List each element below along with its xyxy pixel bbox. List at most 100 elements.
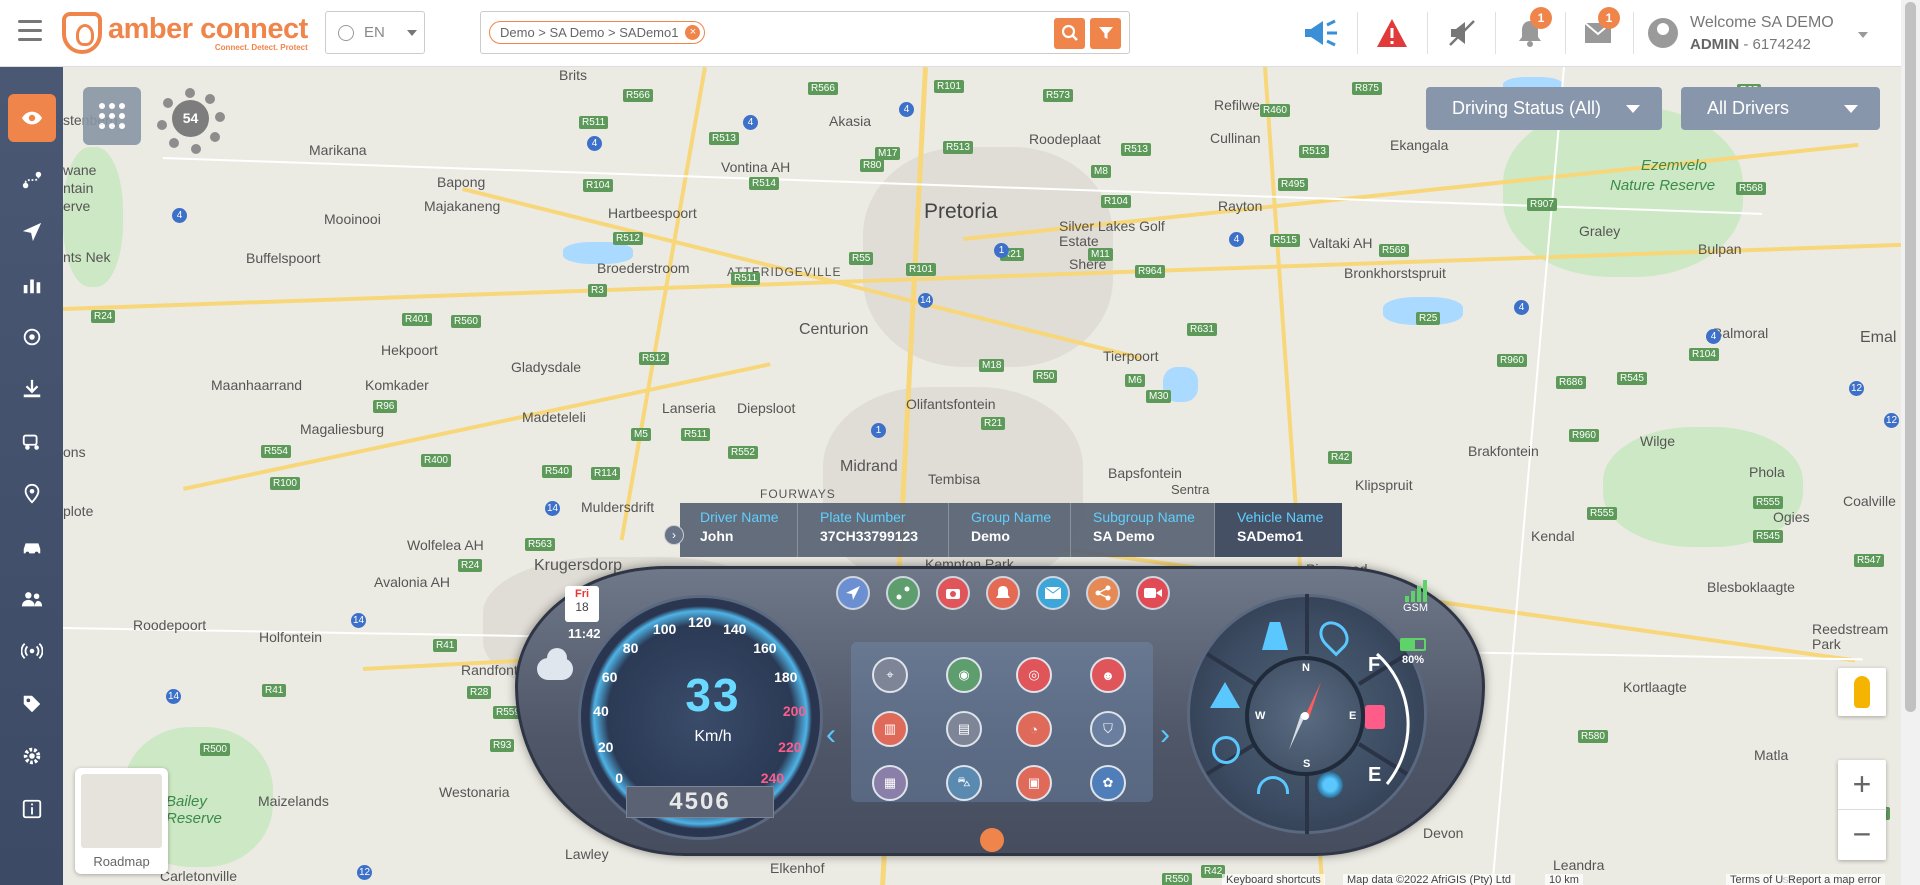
road-shield: R513 (943, 141, 973, 154)
sidebar-item-downloads[interactable] (0, 364, 63, 414)
chip-remove-icon[interactable]: × (685, 25, 701, 40)
sidebar-item-broadcast[interactable] (0, 626, 63, 676)
language-label: EN (364, 24, 385, 41)
sidebar-item-info[interactable] (0, 784, 63, 834)
road-shield: R631 (1187, 323, 1217, 336)
place-label: Marikana (309, 142, 367, 158)
camera-button[interactable] (936, 576, 970, 610)
apps-grid-button[interactable] (83, 87, 141, 145)
sidebar-item-reports[interactable] (0, 260, 63, 310)
search-chip[interactable]: Demo > SA Demo > SADemo1 × (489, 21, 706, 44)
street-view-icon[interactable] (1838, 668, 1886, 716)
user-role: ADMIN (1690, 36, 1740, 53)
sidebar-item-sensors[interactable] (0, 312, 63, 362)
driver-value: John (700, 528, 734, 544)
place-label: Roodeplaat (1029, 131, 1101, 147)
filter-button[interactable] (1090, 18, 1121, 49)
fuel-pump-icon (1365, 705, 1385, 729)
place-label: Broederstroom (597, 260, 690, 276)
keyboard-shortcuts-link[interactable]: Keyboard shortcuts (1222, 874, 1325, 885)
sidebar-item-places[interactable] (0, 469, 63, 519)
user-menu[interactable]: Welcome SA DEMO ADMIN - 6174242 (1648, 12, 1888, 56)
notifications-button[interactable]: 1 (1510, 7, 1552, 53)
zoom-out-button[interactable]: − (1838, 810, 1886, 860)
vehicle-cluster[interactable]: 54 (155, 88, 225, 154)
place-label: erve (63, 198, 91, 214)
vehicle-search[interactable]: Demo > SA Demo > SADemo1 × (480, 11, 1130, 54)
history-button[interactable]: ▤ (946, 711, 982, 747)
announcement-button[interactable] (1302, 13, 1342, 53)
road-shield: R401 (402, 313, 432, 326)
safety-button[interactable]: ✿ (1090, 765, 1126, 801)
route-marker: 4 (743, 115, 758, 130)
alert-button[interactable] (986, 576, 1020, 610)
sidebar-item-users[interactable] (0, 574, 63, 624)
sidebar-item-vehicles[interactable] (0, 522, 63, 572)
place-label: Ogies (1773, 509, 1810, 525)
sidebar-item-live-view[interactable] (8, 94, 56, 142)
speed-tick-label: 40 (593, 703, 609, 720)
report-button[interactable]: ▥ (872, 711, 908, 747)
share-button[interactable] (1086, 576, 1120, 610)
mute-icon (1449, 20, 1475, 46)
location-button[interactable]: ◉ (946, 657, 982, 693)
geofence-button[interactable]: ◎ (1016, 657, 1052, 693)
driver-button[interactable]: ☻ (1090, 657, 1126, 693)
route-marker: 14 (918, 293, 933, 308)
messages-button[interactable]: 1 (1578, 7, 1620, 53)
road-shield: R566 (808, 82, 838, 95)
location-icon: ◉ (958, 667, 970, 682)
location-pin-icon (24, 483, 39, 504)
language-selector[interactable]: EN (325, 11, 425, 54)
document-button[interactable]: ▦ (872, 765, 908, 801)
scrollbar-thumb[interactable] (1905, 2, 1916, 712)
report-error-link[interactable]: Report a map error (1784, 874, 1885, 885)
sidebar-item-routes[interactable] (0, 155, 63, 205)
place-label: Magaliesburg (300, 421, 385, 437)
vehicle-value: SADemo1 (1237, 528, 1304, 544)
route-marker: 4 (172, 208, 187, 223)
chevron-right-icon[interactable]: › (664, 525, 684, 545)
sidebar-item-tags[interactable] (0, 679, 63, 729)
drivers-dropdown[interactable]: All Drivers (1681, 87, 1880, 130)
video-button[interactable] (1136, 576, 1170, 610)
driver-label: Driver Name (700, 509, 779, 525)
car-button[interactable]: ⛍ (946, 765, 982, 801)
road-shield: R513 (1299, 145, 1329, 158)
road-shield: R24 (91, 310, 116, 323)
chart-icon (23, 279, 40, 294)
menu-icon[interactable] (18, 20, 42, 44)
driving-status-dropdown[interactable]: Driving Status (All) (1426, 87, 1662, 130)
navigate-button[interactable] (836, 576, 870, 610)
road-shield: R24 (458, 559, 483, 572)
route-button[interactable] (886, 576, 920, 610)
email-button[interactable] (1036, 576, 1070, 610)
road-shield: R555 (1587, 507, 1617, 520)
badge-icon: ▣ (1027, 775, 1041, 790)
place-label: Madeteleli (522, 409, 586, 425)
road-shield: R554 (261, 445, 291, 458)
map-scale[interactable]: 10 km (1545, 874, 1583, 885)
road-shield: M6 (1125, 374, 1145, 387)
zoom-in-button[interactable]: + (1838, 760, 1886, 810)
road-shield: R495 (1278, 178, 1308, 191)
mute-button[interactable] (1442, 13, 1482, 53)
logo[interactable]: amber connect Connect. Detect. Protect (62, 10, 308, 56)
page-scrollbar[interactable] (1901, 0, 1920, 885)
chevron-right-icon[interactable]: › (1160, 718, 1170, 752)
sidebar-item-settings[interactable] (0, 731, 63, 781)
speedometer-button[interactable]: ◔ (1016, 711, 1052, 747)
place-label: Cullinan (1210, 130, 1261, 146)
shield-button[interactable]: ⛉ (1090, 711, 1126, 747)
search-button[interactable] (1054, 18, 1085, 49)
alerts-button[interactable] (1372, 13, 1412, 53)
map-type-toggle[interactable]: Roadmap (75, 768, 168, 874)
sidebar-item-service[interactable] (0, 417, 63, 467)
badge-button[interactable]: ▣ (1016, 765, 1052, 801)
pin-button[interactable]: ⌖ (872, 657, 908, 693)
navigate-icon (846, 586, 860, 600)
speed-tick-label: 200 (782, 703, 807, 720)
day-label: Fri (574, 588, 590, 600)
chevron-left-icon[interactable]: ‹ (826, 718, 836, 752)
sidebar-item-navigate[interactable] (0, 207, 63, 257)
